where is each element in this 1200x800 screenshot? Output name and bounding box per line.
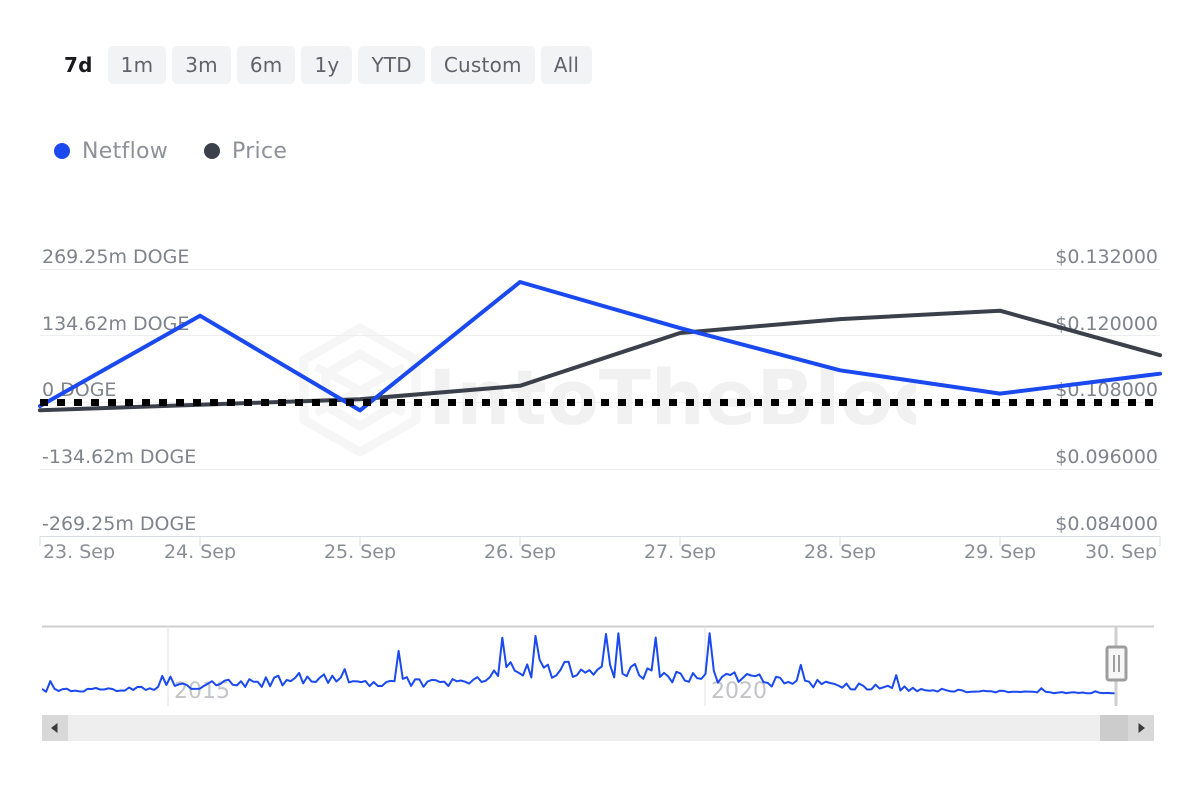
x-axis-category-labels: 23. Sep 24. Sep 25. Sep 26. Sep 27. Sep … bbox=[43, 541, 1157, 560]
range-button-all[interactable]: All bbox=[540, 46, 593, 84]
x-label-7: 30. Sep bbox=[1085, 541, 1157, 560]
navigator-svg[interactable]: 2015 2020 bbox=[42, 620, 1154, 712]
x-label-5: 28. Sep bbox=[804, 541, 876, 560]
range-button-ytd[interactable]: YTD bbox=[358, 46, 425, 84]
x-label-1: 24. Sep bbox=[164, 541, 236, 560]
range-button-custom[interactable]: Custom bbox=[430, 46, 535, 84]
triangle-left-icon bbox=[51, 723, 58, 733]
right-axis-tick-4: $0.084000 bbox=[1055, 513, 1158, 535]
range-button-1m[interactable]: 1m bbox=[107, 46, 167, 84]
right-axis-tick-0: $0.132000 bbox=[1055, 246, 1158, 268]
circle-dot-icon bbox=[204, 143, 221, 159]
left-axis-tick-1: 134.62m DOGE bbox=[42, 313, 189, 335]
chart-svg: 269.25m DOGE 134.62m DOGE 0 DOGE -134.62… bbox=[38, 246, 1162, 560]
left-axis-tick-4: -269.25m DOGE bbox=[42, 513, 196, 535]
left-axis-tick-3: -134.62m DOGE bbox=[42, 446, 196, 468]
range-button-3m[interactable]: 3m bbox=[172, 46, 231, 84]
x-label-3: 26. Sep bbox=[484, 541, 556, 560]
series-line-price bbox=[38, 308, 1162, 413]
range-button-6m[interactable]: 6m bbox=[236, 46, 296, 84]
legend-item-netflow[interactable]: Netflow bbox=[54, 139, 168, 164]
navigator-right-handle[interactable] bbox=[1105, 645, 1128, 682]
scrollbar-left-arrow-icon[interactable] bbox=[42, 715, 68, 741]
scrollbar-right-arrow-icon[interactable] bbox=[1128, 715, 1154, 741]
navigator-scrollbar[interactable] bbox=[42, 715, 1154, 741]
x-label-6: 29. Sep bbox=[964, 541, 1036, 560]
range-button-1y[interactable]: 1y bbox=[301, 46, 353, 84]
x-label-0: 23. Sep bbox=[43, 541, 115, 560]
chart-navigator[interactable]: 2015 2020 bbox=[42, 620, 1154, 712]
circle-dot-icon bbox=[54, 143, 70, 159]
legend-label-netflow: Netflow bbox=[82, 138, 169, 164]
x-label-2: 25. Sep bbox=[324, 541, 396, 560]
right-axis-tick-3: $0.096000 bbox=[1055, 446, 1158, 468]
chart-plot-area: 269.25m DOGE 134.62m DOGE 0 DOGE -134.62… bbox=[0, 230, 1200, 560]
right-axis-labels: $0.132000 $0.120000 $0.108000 $0.096000 … bbox=[1055, 246, 1158, 535]
range-selector: 7d 1m 3m 6m 1y YTD Custom All bbox=[55, 44, 593, 86]
series-line-netflow bbox=[38, 280, 1162, 413]
scrollbar-thumb[interactable] bbox=[1100, 715, 1128, 741]
chart-legend: Netflow Price bbox=[54, 131, 287, 171]
triangle-right-icon bbox=[1138, 723, 1145, 733]
scrollbar-track[interactable] bbox=[68, 715, 1128, 741]
legend-label-price: Price bbox=[232, 138, 288, 164]
legend-item-price[interactable]: Price bbox=[204, 139, 287, 164]
navigator-handle-body[interactable] bbox=[1105, 645, 1128, 682]
x-label-4: 27. Sep bbox=[644, 541, 716, 560]
left-axis-tick-0: 269.25m DOGE bbox=[42, 246, 189, 268]
range-button-7d[interactable]: 7d bbox=[55, 46, 102, 84]
netflow-price-chart-widget: 7d 1m 3m 6m 1y YTD Custom All Netflow Pr… bbox=[0, 0, 1200, 800]
